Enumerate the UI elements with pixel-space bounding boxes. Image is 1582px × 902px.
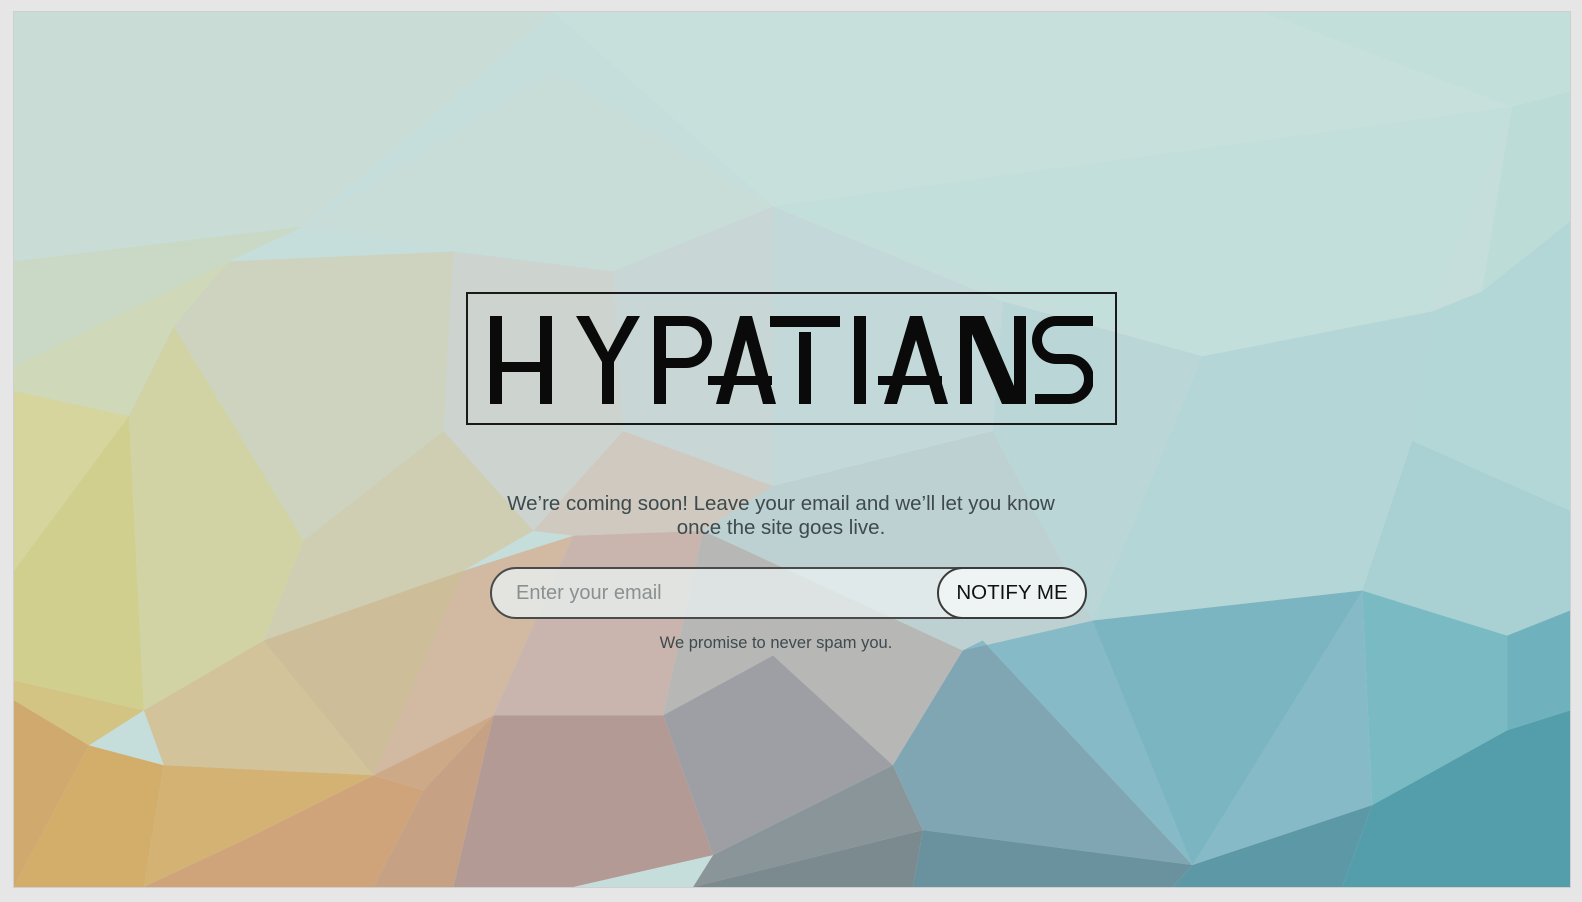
email-input[interactable] (490, 567, 1010, 619)
notify-me-button[interactable]: NOTIFY ME (937, 567, 1087, 619)
page-frame: We’re coming soon! Leave your email and … (13, 11, 1571, 888)
logo-wordmark (490, 316, 1093, 404)
logo (466, 292, 1117, 425)
coming-soon-message: We’re coming soon! Leave your email and … (466, 492, 1096, 540)
message-line-2: once the site goes live. (676, 516, 886, 539)
low-poly-background (14, 12, 1570, 887)
signup-form: NOTIFY ME (490, 567, 1088, 619)
no-spam-note: We promise to never spam you. (659, 634, 893, 652)
message-line-1: We’re coming soon! Leave your email and … (507, 492, 1055, 515)
